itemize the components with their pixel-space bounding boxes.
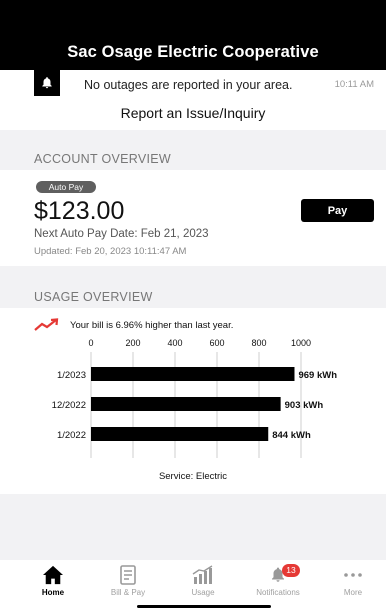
- trend-message: Your bill is 6.96% higher than last year…: [70, 320, 234, 331]
- notification-count-badge: 13: [282, 564, 300, 577]
- autopay-badge: Auto Pay: [36, 181, 96, 193]
- account-overview-band: ACCOUNT OVERVIEW: [0, 130, 386, 170]
- app-header: Sac Osage Electric Cooperative: [0, 0, 386, 70]
- x-tick-label: 200: [125, 338, 140, 348]
- tab-label: Bill & Pay: [110, 588, 146, 597]
- tab-label: Notifications: [256, 588, 300, 597]
- tab-more[interactable]: More: [318, 564, 386, 597]
- usage-bar-chart: 0 200 400 600 800 1000 1/2023 969 kWh 12/2022 903…: [52, 338, 337, 458]
- tab-notifications[interactable]: 13 Notifications: [243, 564, 313, 597]
- pay-button[interactable]: Pay: [301, 199, 374, 222]
- bar: [91, 397, 281, 411]
- tab-label: Usage: [191, 588, 215, 597]
- next-autopay-date: Next Auto Pay Date: Feb 21, 2023: [34, 228, 209, 240]
- x-tick-label: 0: [88, 338, 93, 348]
- alert-time: 10:11 AM: [334, 79, 374, 90]
- x-tick-label: 400: [167, 338, 182, 348]
- bar: [91, 367, 295, 381]
- tab-label: Home: [41, 588, 65, 597]
- home-icon: [18, 564, 88, 586]
- more-icon: [318, 564, 386, 586]
- tab-bill-pay[interactable]: Bill & Pay: [93, 564, 163, 597]
- category-label: 12/2022: [52, 400, 86, 411]
- alert-message: No outages are reported in your area.: [84, 78, 293, 92]
- usage-chart-icon: [168, 564, 238, 586]
- trend-up-icon: [34, 318, 60, 337]
- amount-due: $123.00: [34, 197, 125, 225]
- bell-icon: [243, 564, 313, 586]
- page-title: Sac Osage Electric Cooperative: [67, 43, 319, 61]
- tab-bar: Home Bill & Pay Usage 13 Notifications M…: [0, 560, 386, 610]
- bill-icon: [93, 564, 163, 586]
- tab-home[interactable]: Home: [18, 564, 88, 597]
- category-label: 1/2023: [57, 370, 86, 381]
- account-overview-label: ACCOUNT OVERVIEW: [34, 152, 171, 166]
- service-label: Service: Electric: [158, 471, 228, 482]
- x-tick-label: 800: [251, 338, 266, 348]
- usage-overview-band: USAGE OVERVIEW: [0, 266, 386, 308]
- tab-label: More: [343, 588, 363, 597]
- value-label: 844 kWh: [272, 430, 311, 441]
- home-indicator: [137, 605, 271, 608]
- updated-timestamp: Updated: Feb 20, 2023 10:11:47 AM: [34, 246, 187, 257]
- outage-alert[interactable]: No outages are reported in your area. 10…: [0, 70, 386, 98]
- bar: [91, 427, 269, 441]
- bell-icon: [34, 70, 60, 96]
- x-tick-label: 1000: [291, 338, 311, 348]
- value-label: 969 kWh: [298, 370, 337, 381]
- value-label: 903 kWh: [285, 400, 324, 411]
- bottom-spacer: [0, 494, 386, 560]
- usage-overview-label: USAGE OVERVIEW: [34, 290, 153, 304]
- report-issue-link[interactable]: Report an Issue/Inquiry: [0, 105, 386, 121]
- category-label: 1/2022: [57, 430, 86, 441]
- x-tick-label: 600: [209, 338, 224, 348]
- tab-usage[interactable]: Usage: [168, 564, 238, 597]
